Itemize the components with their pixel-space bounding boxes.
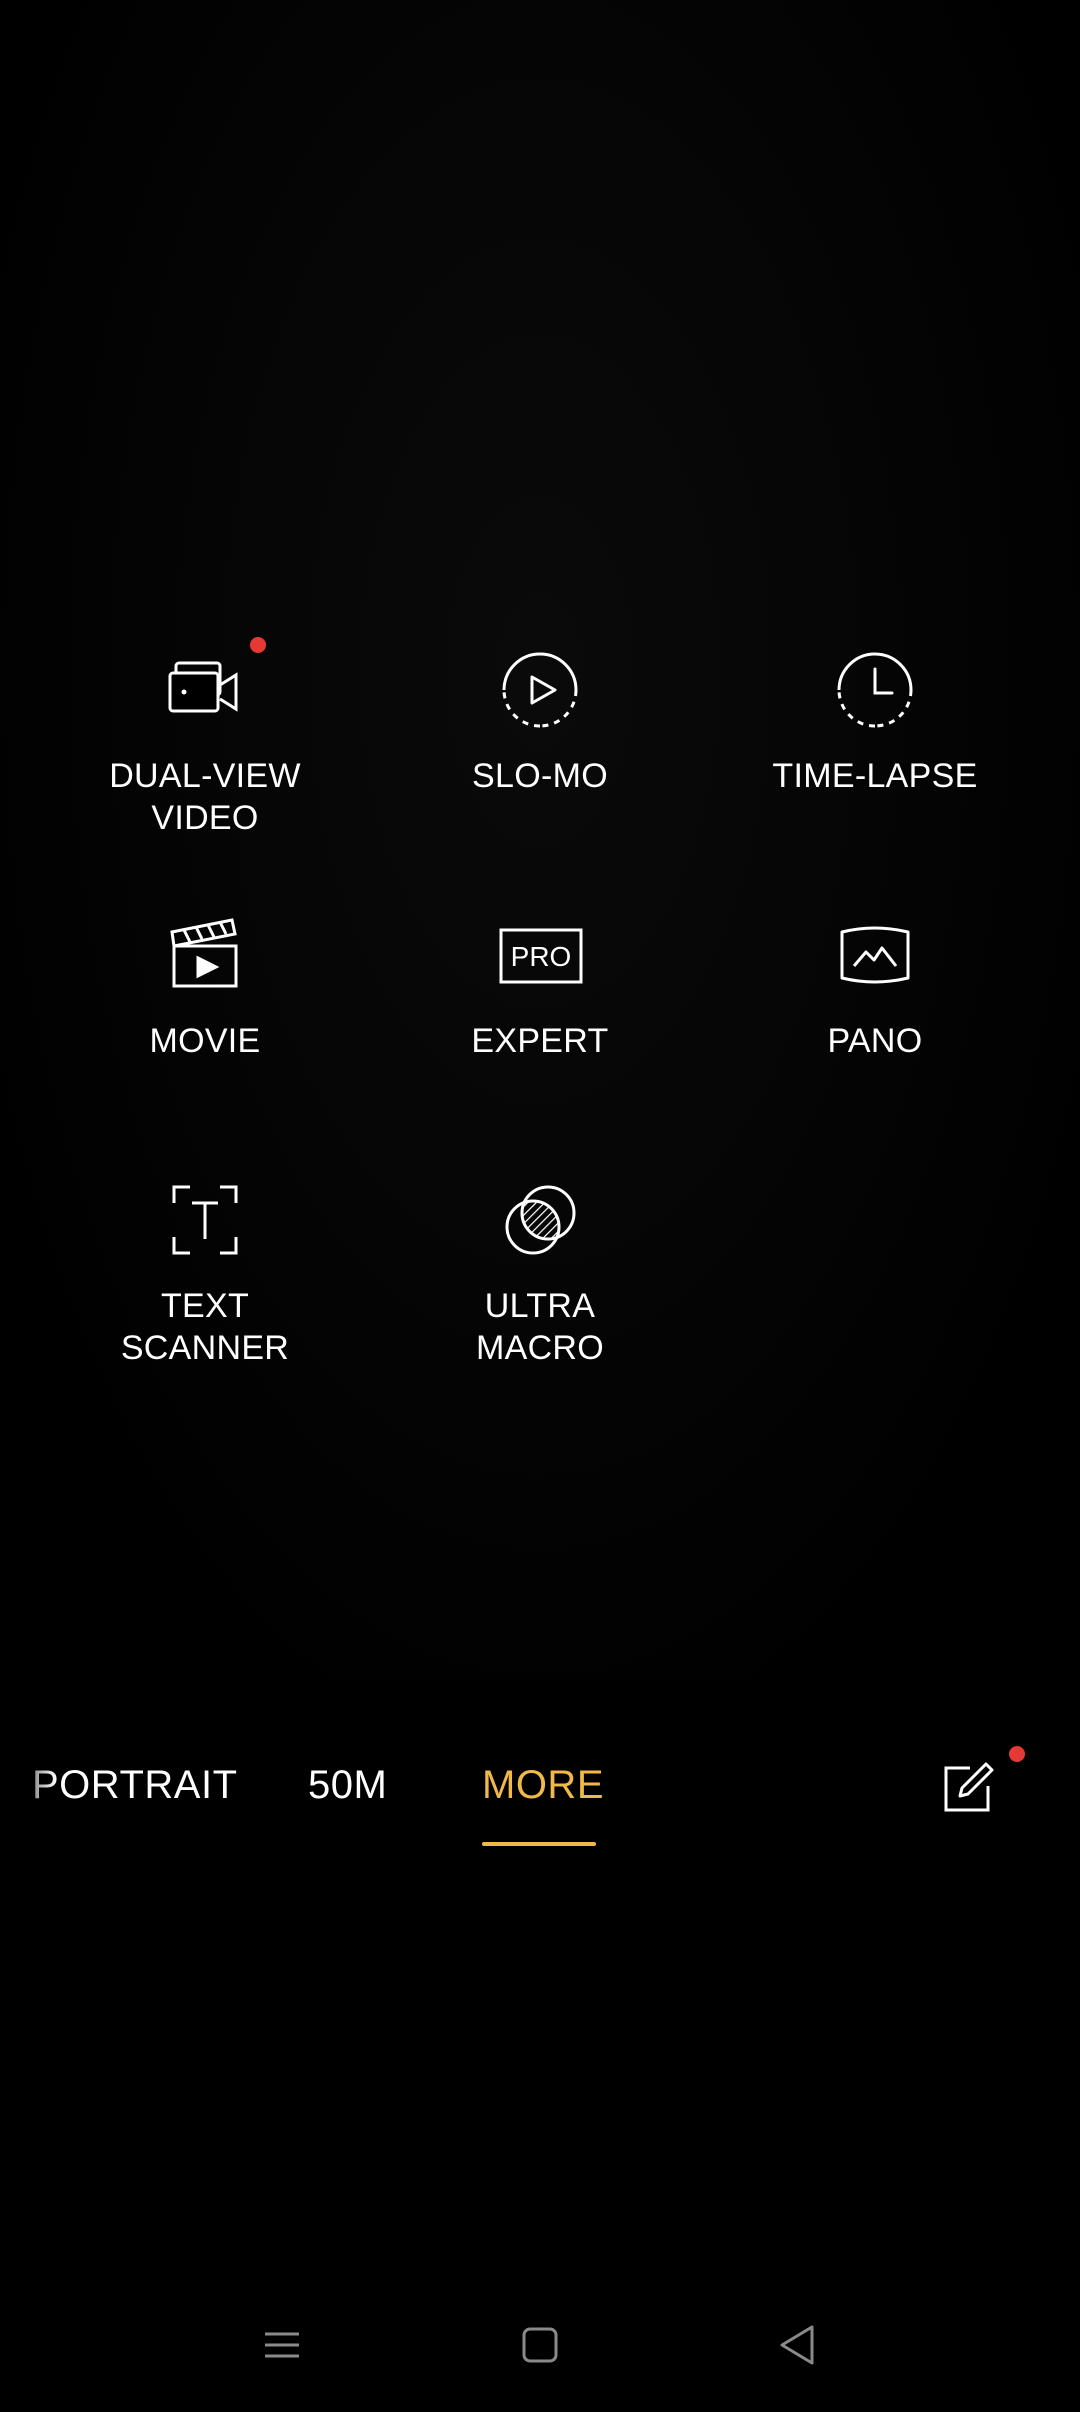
mode-label: TIME-LAPSE — [772, 757, 978, 795]
movie-clapperboard-icon — [160, 910, 250, 1000]
mode-tab-label: PORTRAIT — [32, 1763, 238, 1807]
mode-tab-portrait[interactable]: PORTRAIT — [32, 1740, 238, 1830]
mode-label: TEXT SCANNER — [120, 1287, 290, 1367]
time-lapse-icon — [830, 645, 920, 735]
mode-tab-50m[interactable]: 50M — [308, 1740, 387, 1830]
home-icon — [522, 2327, 558, 2363]
system-navigation-bar — [0, 2290, 1080, 2400]
pro-icon-text: PRO — [511, 941, 572, 972]
edit-modes-button[interactable] — [936, 1758, 996, 1818]
back-button[interactable] — [762, 2310, 832, 2380]
mode-label: DUAL-VIEW VIDEO — [109, 757, 301, 837]
mode-tab-label: MORE — [482, 1763, 604, 1807]
pro-icon: PRO — [495, 910, 585, 1000]
mode-label: PANO — [827, 1022, 923, 1060]
menu-icon — [265, 2332, 299, 2358]
home-button[interactable] — [505, 2310, 575, 2380]
camera-viewfinder-backdrop — [0, 0, 1080, 1680]
new-badge-dot — [1009, 1746, 1025, 1762]
mode-tab-more[interactable]: MORE — [482, 1740, 604, 1830]
mode-label: ULTRA MACRO — [475, 1287, 605, 1367]
mode-label: SLO-MO — [472, 757, 608, 795]
mode-label: EXPERT — [471, 1022, 609, 1060]
mode-label: MOVIE — [149, 1022, 261, 1060]
camera-mode-strip: PORTRAIT 50M MORE — [0, 1740, 1080, 1850]
back-icon — [780, 2325, 814, 2365]
ultra-macro-icon — [495, 1175, 585, 1265]
new-badge-dot — [250, 637, 266, 653]
dual-view-video-icon — [160, 645, 250, 735]
slo-mo-icon — [495, 645, 585, 735]
mode-tab-label: 50M — [308, 1763, 388, 1807]
panorama-icon — [830, 910, 920, 1000]
active-tab-underline — [482, 1842, 596, 1846]
menu-button[interactable] — [247, 2310, 317, 2380]
text-scanner-icon — [160, 1175, 250, 1265]
edit-icon — [944, 1762, 994, 1812]
